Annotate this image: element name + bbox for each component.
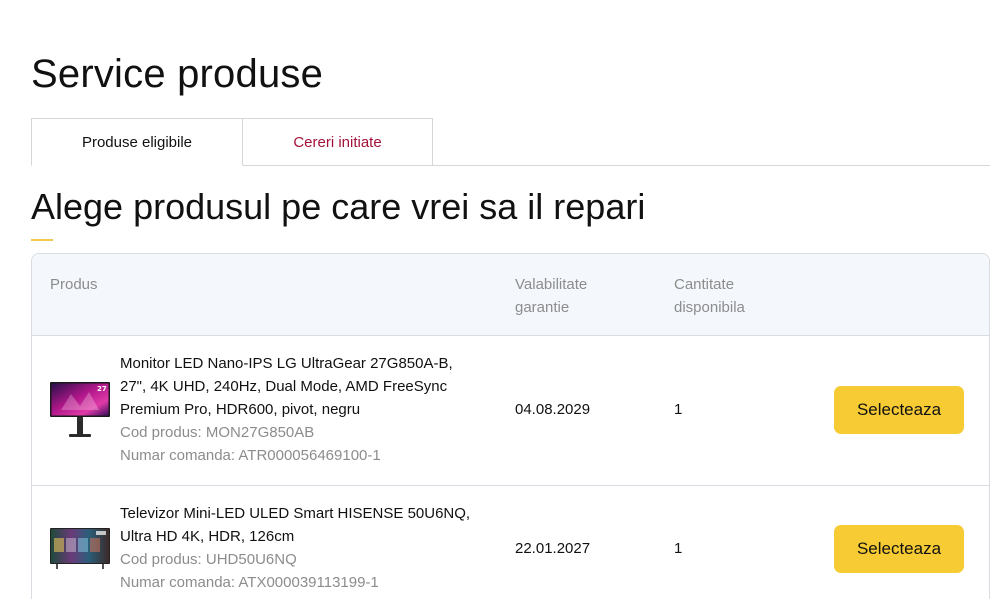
section-title: Alege produsul pe care vrei sa il repari bbox=[31, 186, 646, 227]
product-name[interactable]: Monitor LED Nano-IPS LG UltraGear 27G850… bbox=[120, 352, 480, 421]
monitor-product-image: 27 bbox=[50, 382, 110, 437]
table-row: Televizor Mini-LED ULED Smart HISENSE 50… bbox=[32, 486, 989, 599]
order-number: Numar comanda: ATR000056469100-1 bbox=[120, 447, 381, 464]
tab-eligible-products[interactable]: Produse eligibile bbox=[31, 118, 243, 166]
table-header: Produs Valabilitate garantie Cantitate d… bbox=[32, 254, 989, 336]
product-info: Monitor LED Nano-IPS LG UltraGear 27G850… bbox=[120, 352, 480, 467]
tab-initiated-requests[interactable]: Cereri initiate bbox=[242, 118, 433, 166]
tab-bar: Produse eligibile Cereri initiate bbox=[31, 118, 990, 166]
table-row: 27 Monitor LED Nano-IPS LG UltraGear 27G… bbox=[32, 335, 989, 486]
warranty-date: 22.01.2027 bbox=[515, 540, 591, 557]
warranty-date: 04.08.2029 bbox=[515, 401, 591, 418]
svg-text:27: 27 bbox=[97, 385, 107, 393]
header-product: Produs bbox=[50, 276, 98, 293]
available-quantity: 1 bbox=[674, 540, 683, 557]
order-number: Numar comanda: ATX000039113199-1 bbox=[120, 574, 379, 591]
header-warranty: Valabilitate garantie bbox=[515, 276, 588, 316]
product-name[interactable]: Televizor Mini-LED ULED Smart HISENSE 50… bbox=[120, 502, 480, 548]
product-info: Televizor Mini-LED ULED Smart HISENSE 50… bbox=[120, 502, 480, 594]
select-button[interactable]: Selecteaza bbox=[834, 525, 964, 573]
available-quantity: 1 bbox=[674, 401, 683, 418]
products-table: Produs Valabilitate garantie Cantitate d… bbox=[31, 253, 990, 599]
product-code: Cod produs: UHD50U6NQ bbox=[120, 551, 297, 568]
product-code: Cod produs: MON27G850AB bbox=[120, 424, 315, 441]
select-button[interactable]: Selecteaza bbox=[834, 386, 964, 434]
section-title-underline bbox=[31, 239, 53, 241]
tv-product-image bbox=[50, 528, 110, 569]
page-title: Service produse bbox=[31, 52, 324, 96]
service-page: Service produse Produse eligibile Cereri… bbox=[0, 0, 1000, 599]
header-quantity: Cantitate disponibila bbox=[674, 276, 745, 316]
